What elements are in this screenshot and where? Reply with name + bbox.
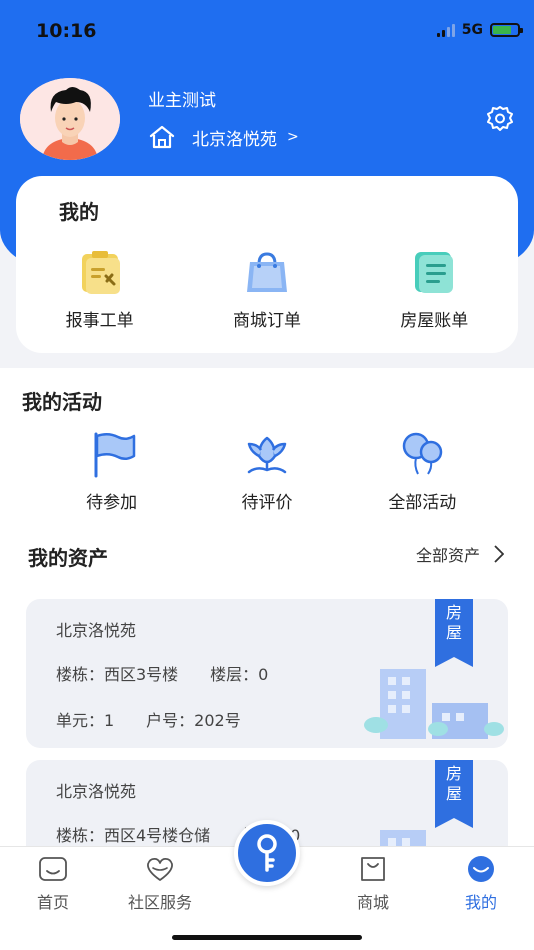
- asset-type-badge: 房 屋: [435, 760, 473, 828]
- avatar-illustration-icon: [20, 78, 120, 160]
- tab-mall-label: 商城: [356, 893, 389, 912]
- all-activities-button[interactable]: 全部活动: [345, 430, 500, 513]
- signal-icon: [436, 23, 455, 37]
- asset-type-char-2: 屋: [445, 784, 462, 803]
- network-label: 5G: [461, 22, 483, 38]
- asset-type-char-1: 房: [445, 764, 462, 783]
- tab-home[interactable]: 首页: [8, 855, 98, 913]
- tab-mall[interactable]: 商城: [328, 855, 418, 913]
- assets-title: 我的资产: [28, 546, 108, 570]
- report-ticket-button[interactable]: 报事工单: [16, 248, 183, 331]
- my-card: 我的 报事工单 商城订单 房屋账单: [16, 176, 518, 353]
- status-time: 10:16: [36, 20, 97, 42]
- report-ticket-label: 报事工单: [65, 311, 134, 331]
- asset-card[interactable]: 北京洛悦苑 楼栋：西区3号楼 楼层：0 单元：1 户号：202号 房 屋: [26, 599, 508, 748]
- asset-type-char-1: 房: [445, 603, 462, 622]
- chevron-right-icon: [494, 545, 504, 563]
- status-bar: 10:16 5G: [0, 0, 534, 62]
- pending-review-label: 待评价: [241, 493, 293, 513]
- tab-community-service[interactable]: 社区服务: [115, 855, 205, 913]
- activities-title: 我的活动: [22, 390, 102, 414]
- shopping-bag-tab-icon: [361, 857, 385, 881]
- asset-unit-room: 单元：1 户号：202号: [56, 711, 241, 730]
- shopping-bag-icon: [246, 252, 287, 292]
- bill-icon: [415, 252, 454, 293]
- home-tab-icon: [39, 857, 67, 881]
- mall-order-label: 商城订单: [232, 311, 301, 331]
- all-activities-label: 全部活动: [388, 493, 457, 513]
- pending-review-button[interactable]: 待评价: [189, 430, 344, 513]
- smile-face-icon: [468, 856, 494, 882]
- report-ticket-icon: [81, 251, 120, 294]
- activities-row: 待参加 待评价 全部活动: [0, 430, 534, 513]
- flag-icon: [94, 432, 135, 478]
- tab-mine[interactable]: 我的: [436, 855, 526, 913]
- battery-icon: [490, 23, 523, 37]
- heart-icon: [147, 857, 173, 881]
- settings-gear-icon[interactable]: [485, 104, 515, 134]
- avatar[interactable]: [20, 78, 120, 160]
- house-bill-button[interactable]: 房屋账单: [351, 248, 518, 331]
- house-bill-label: 房屋账单: [400, 311, 469, 331]
- key-icon: [257, 834, 277, 872]
- community-selector[interactable]: 北京洛悦苑 >: [148, 124, 299, 150]
- home-icon: [149, 125, 175, 149]
- my-card-title: 我的: [59, 200, 99, 224]
- my-card-grid: 报事工单 商城订单 房屋账单: [16, 248, 518, 331]
- mall-order-button[interactable]: 商城订单: [183, 248, 350, 331]
- key-access-button[interactable]: [234, 820, 300, 886]
- asset-community-name: 北京洛悦苑: [56, 621, 137, 640]
- lotus-icon: [247, 436, 287, 474]
- tab-community-service-label: 社区服务: [127, 893, 192, 912]
- user-name: 业主测试: [148, 91, 216, 111]
- pending-join-label: 待参加: [86, 493, 138, 513]
- home-indicator: [172, 935, 362, 940]
- chevron-right-icon: >: [287, 129, 299, 145]
- all-assets-link[interactable]: 全部资产: [416, 542, 504, 566]
- asset-community-name: 北京洛悦苑: [56, 782, 137, 801]
- asset-building-floor: 楼栋：西区3号楼 楼层：0: [56, 665, 269, 684]
- asset-type-char-2: 屋: [445, 623, 462, 642]
- all-assets-label: 全部资产: [415, 546, 480, 565]
- building-illustration-icon: [364, 669, 504, 739]
- tab-home-label: 首页: [36, 893, 69, 912]
- tab-mine-label: 我的: [464, 893, 497, 912]
- status-right: 5G: [436, 22, 523, 38]
- community-name: 北京洛悦苑: [192, 129, 277, 150]
- pending-join-button[interactable]: 待参加: [34, 430, 189, 513]
- balloons-icon: [403, 432, 443, 475]
- asset-type-badge: 房 屋: [435, 599, 473, 667]
